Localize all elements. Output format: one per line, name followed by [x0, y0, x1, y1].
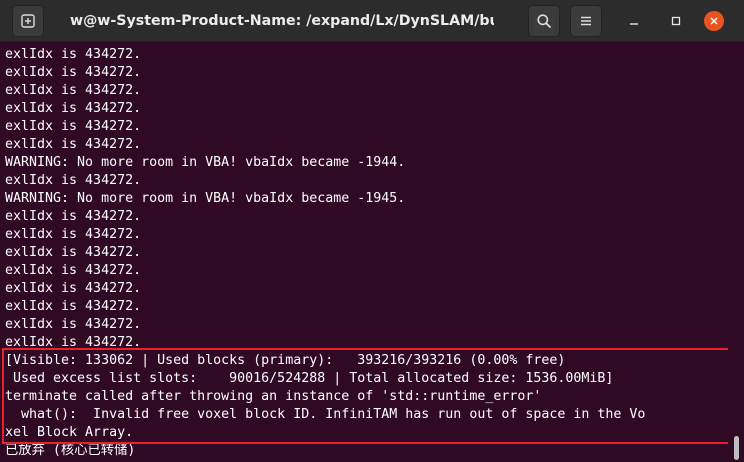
terminal-line: exlIdx is 434272. [5, 263, 142, 278]
terminal-line: exlIdx is 434272. [5, 83, 142, 98]
maximize-icon [670, 15, 682, 27]
terminal-line: 已放弃 (核心已转储) [5, 443, 136, 458]
search-icon [536, 13, 552, 29]
terminal-line: exlIdx is 434272. [5, 65, 142, 80]
terminal-scrollbar[interactable] [728, 43, 744, 462]
terminal-line: exlIdx is 434272. [5, 173, 142, 188]
terminal-line: WARNING: No more room in VBA! vbaIdx bec… [5, 191, 406, 206]
terminal-line: exlIdx is 434272. [5, 209, 142, 224]
terminal-line: exlIdx is 434272. [5, 299, 142, 314]
minimize-button[interactable] [624, 11, 644, 31]
terminal-line: exlIdx is 434272. [5, 281, 142, 296]
terminal-line: exlIdx is 434272. [5, 227, 142, 242]
terminal-window: w@w-System-Product-Name: /expand/Lx/DynS… [0, 0, 744, 462]
window-title: w@w-System-Product-Name: /expand/Lx/DynS… [70, 13, 494, 29]
terminal-line: exlIdx is 434272. [5, 137, 142, 152]
terminal-line: exlIdx is 434272. [5, 317, 142, 332]
menu-button[interactable] [570, 5, 602, 37]
hamburger-menu-icon [579, 14, 593, 28]
close-button[interactable] [704, 11, 724, 31]
error-highlight-box [2, 348, 739, 444]
terminal-line: exlIdx is 434272. [5, 47, 142, 62]
title-bar: w@w-System-Product-Name: /expand/Lx/DynS… [0, 0, 744, 42]
minimize-icon [628, 15, 640, 27]
new-tab-icon [20, 13, 36, 29]
terminal-line: exlIdx is 434272. [5, 245, 142, 260]
terminal-line: WARNING: No more room in VBA! vbaIdx bec… [5, 155, 406, 170]
new-tab-button[interactable] [12, 5, 44, 37]
maximize-button[interactable] [666, 11, 686, 31]
scrollbar-thumb[interactable] [734, 436, 739, 460]
search-button[interactable] [528, 5, 560, 37]
terminal-line: exlIdx is 434272. [5, 101, 142, 116]
terminal-line: exlIdx is 434272. [5, 119, 142, 134]
close-icon [709, 16, 719, 26]
